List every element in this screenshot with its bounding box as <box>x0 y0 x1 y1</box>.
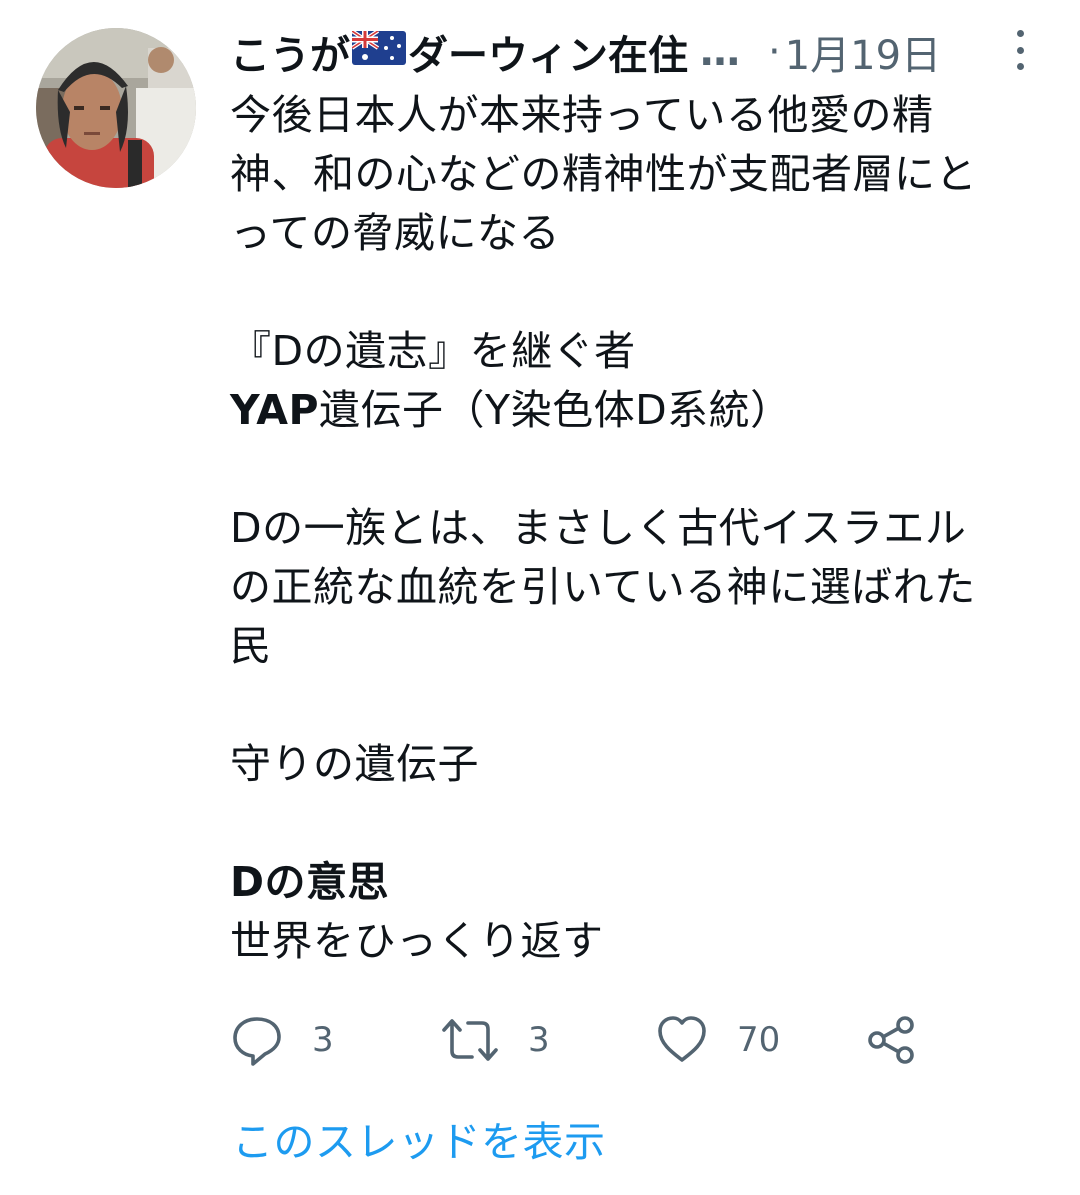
text-line: 『Dの遺志』を継ぐ者 <box>230 327 636 375</box>
text-line: 民 <box>230 622 272 670</box>
text-line: Dの一族とは、まさしく古代イスラエル <box>230 504 967 552</box>
reply-button[interactable]: 3 <box>230 1010 334 1070</box>
tweet-text: 今後日本人が本来持っている他愛の精 神、和の心などの精神性が支配者層にと っての… <box>230 86 1060 971</box>
tweet-date[interactable]: 1月19日 <box>785 23 941 81</box>
text-line: 守りの遺伝子 <box>230 740 479 788</box>
like-button[interactable]: 70 <box>655 1010 780 1070</box>
reply-icon <box>233 1017 281 1066</box>
heart-icon <box>658 1016 706 1062</box>
share-icon <box>868 1016 914 1064</box>
text-line: YAP遺伝子（Y染色体D系統） <box>230 381 1060 440</box>
author-name-suffix[interactable]: ダーウィン在住 <box>408 23 688 81</box>
text-line: の正統な血統を引いている神に選ばれた <box>230 563 976 611</box>
like-count: 70 <box>737 1020 781 1060</box>
tweet-actions: 3 3 70 <box>230 1010 1050 1070</box>
more-options-icon[interactable] <box>1008 30 1032 70</box>
share-button[interactable] <box>865 1010 919 1070</box>
reply-count: 3 <box>312 1020 334 1060</box>
text-line: っての脅威になる <box>230 209 560 257</box>
australia-flag-icon <box>350 29 406 75</box>
name-truncation: … <box>700 29 740 75</box>
bold-text: YAP <box>230 386 320 434</box>
text-line: 神、和の心などの精神性が支配者層にと <box>230 150 977 198</box>
tweet-header: こうが ダーウィン在住 … · 1月19日 <box>230 22 1050 82</box>
author-name[interactable]: こうが <box>230 23 350 81</box>
text-span: 遺伝子（Y染色体D系統） <box>319 386 792 434</box>
retweet-icon <box>442 1019 498 1061</box>
text-line: Dの意思 <box>230 858 390 906</box>
author-avatar[interactable] <box>36 28 196 188</box>
retweet-count: 3 <box>528 1020 550 1060</box>
text-line: 今後日本人が本来持っている他愛の精 <box>230 91 934 139</box>
text-line: 世界をひっくり返す <box>230 917 604 965</box>
separator-dot: · <box>768 29 781 75</box>
show-thread-link[interactable]: このスレッドを表示 <box>232 1108 606 1168</box>
retweet-button[interactable]: 3 <box>440 1010 550 1070</box>
